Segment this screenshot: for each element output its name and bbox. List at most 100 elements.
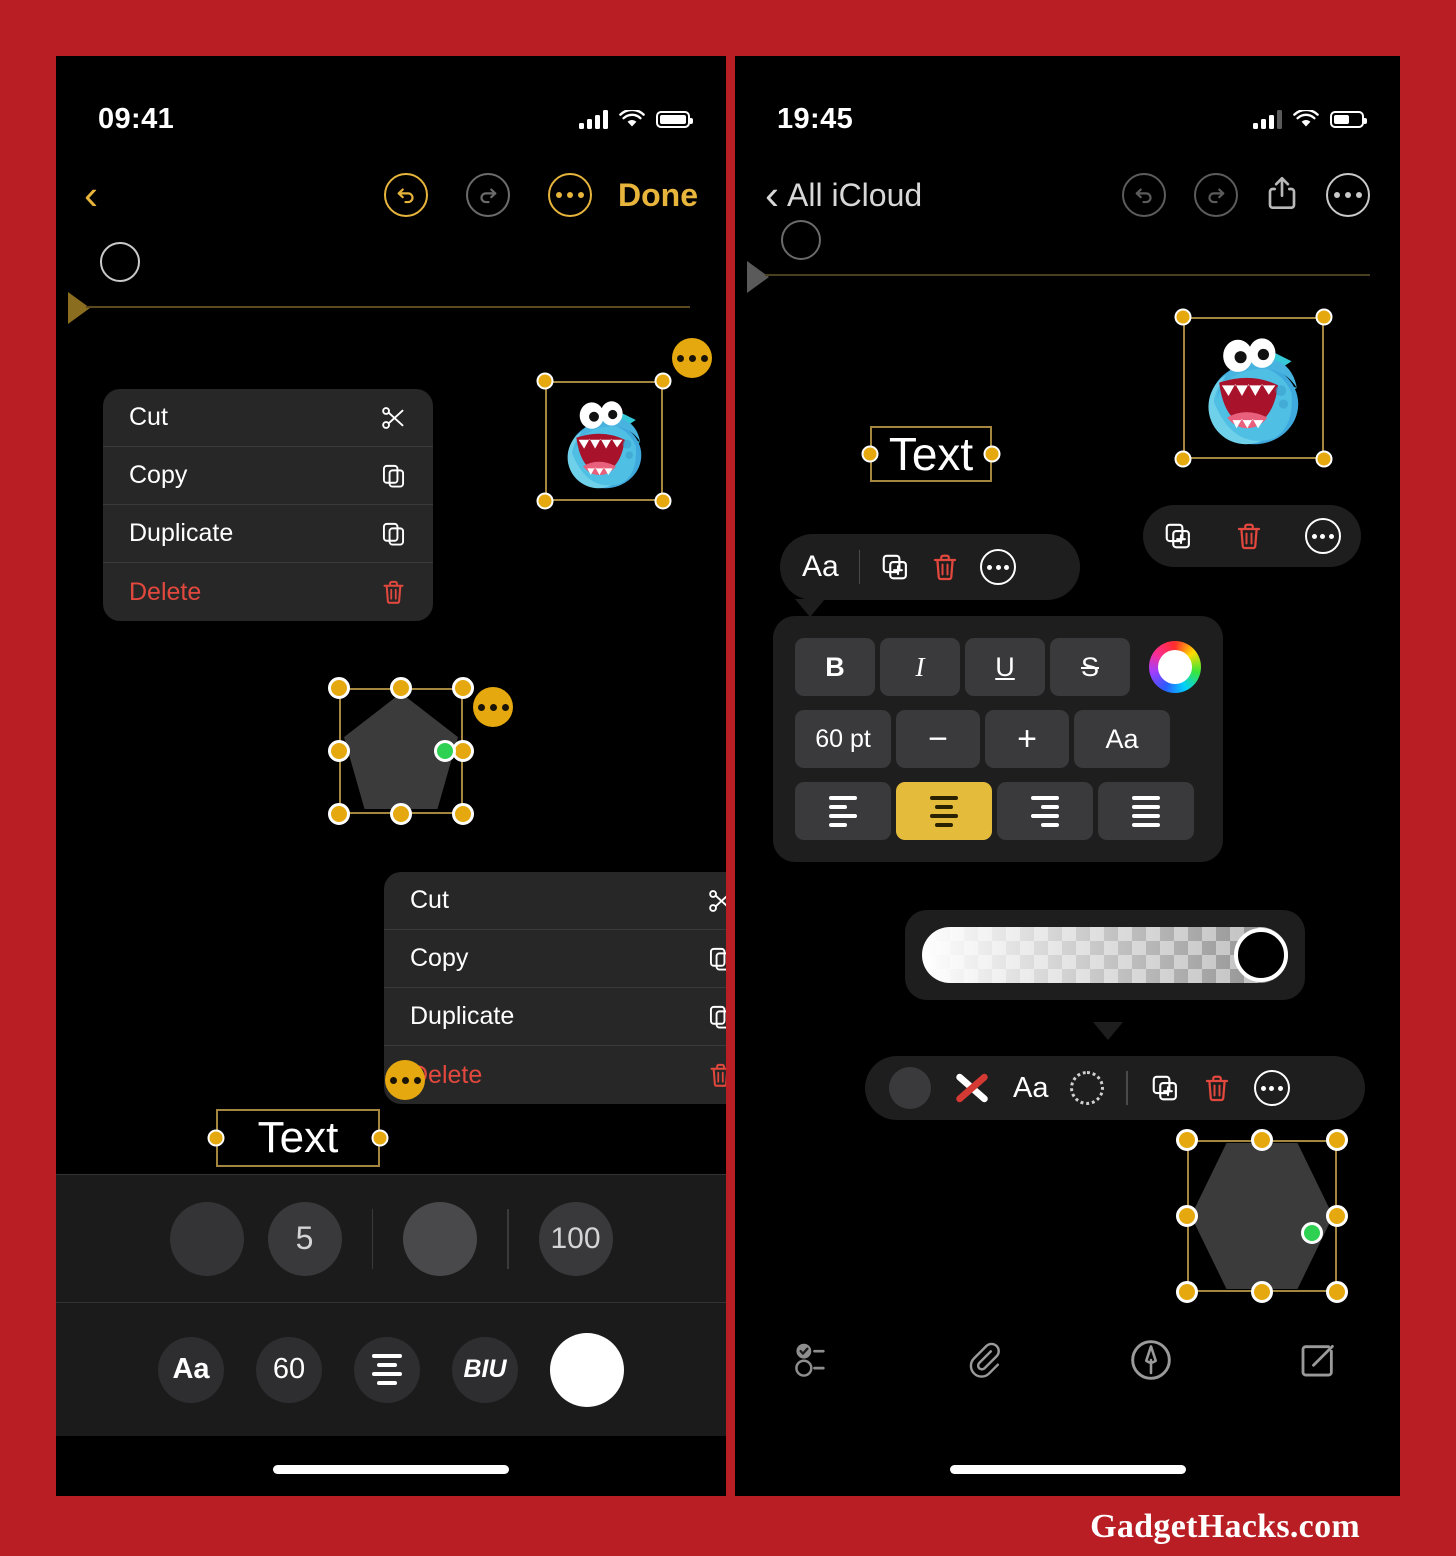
resize-handle[interactable] (390, 803, 412, 825)
done-button[interactable]: Done (618, 177, 698, 214)
trash-icon[interactable] (930, 552, 960, 582)
resize-handle[interactable] (1251, 1129, 1273, 1151)
resize-handle[interactable] (1174, 450, 1192, 468)
resize-handle[interactable] (1176, 1205, 1198, 1227)
font-size-display[interactable]: 60 pt (795, 710, 891, 768)
back-button[interactable]: ‹ (765, 174, 779, 216)
menu-item-delete[interactable]: Delete (384, 1046, 726, 1104)
resize-handle[interactable] (983, 445, 1001, 463)
more-options-button[interactable] (1304, 518, 1341, 554)
resize-handle[interactable] (207, 1129, 225, 1147)
menu-item-delete[interactable]: Delete (103, 563, 433, 621)
back-label[interactable]: All iCloud (787, 177, 922, 214)
object-options-badge[interactable] (672, 338, 712, 378)
object-options-badge[interactable] (473, 687, 513, 727)
duplicate-icon[interactable] (1150, 1073, 1180, 1103)
strikethrough-button[interactable]: S (1050, 638, 1130, 696)
increase-size-button[interactable]: + (985, 710, 1069, 768)
resize-handle[interactable] (390, 677, 412, 699)
menu-item-copy[interactable]: Copy (103, 447, 433, 505)
align-center-button[interactable] (896, 782, 992, 840)
trash-icon[interactable] (1234, 521, 1264, 551)
shape-color-swatch[interactable] (889, 1067, 931, 1109)
resize-handle[interactable] (328, 677, 350, 699)
resize-handle[interactable] (536, 492, 554, 510)
duplicate-icon[interactable] (880, 552, 910, 582)
resize-handle[interactable] (371, 1129, 389, 1147)
italic-button[interactable]: I (880, 638, 960, 696)
resize-handle[interactable] (328, 803, 350, 825)
stroke-color-swatch[interactable] (169, 1201, 244, 1276)
resize-handle[interactable] (452, 803, 474, 825)
ruler-handle[interactable] (747, 261, 769, 293)
resize-handle[interactable] (1326, 1129, 1348, 1151)
more-options-button[interactable] (1253, 1070, 1290, 1106)
resize-handle[interactable] (536, 372, 554, 390)
resize-handle[interactable] (1174, 308, 1192, 326)
sticker-toolbar[interactable] (1143, 505, 1361, 567)
text-color-swatch[interactable] (550, 1332, 624, 1407)
underline-button[interactable]: U (965, 638, 1045, 696)
menu-item-duplicate[interactable]: Duplicate (103, 505, 433, 563)
font-picker-button[interactable]: Aa (1074, 710, 1170, 768)
trash-icon[interactable] (1202, 1073, 1232, 1103)
more-options-button[interactable] (980, 549, 1017, 585)
monster-sticker[interactable] (1187, 320, 1321, 456)
ruler-handle[interactable] (68, 292, 90, 324)
resize-handle[interactable] (1326, 1281, 1348, 1303)
opacity-slider[interactable] (922, 927, 1288, 983)
resize-handle[interactable] (452, 677, 474, 699)
menu-item-cut[interactable]: Cut (103, 389, 433, 447)
dashed-circle-icon[interactable] (1070, 1071, 1105, 1105)
resize-handle[interactable] (654, 372, 672, 390)
tab-markup[interactable] (1068, 1338, 1234, 1382)
resize-handle[interactable] (1326, 1205, 1348, 1227)
resize-handle[interactable] (1315, 450, 1333, 468)
align-left-button[interactable] (795, 782, 891, 840)
resize-handle[interactable] (1176, 1281, 1198, 1303)
monster-sticker[interactable] (550, 386, 660, 498)
more-options-button[interactable] (1326, 173, 1370, 217)
back-button[interactable]: ‹ (84, 174, 98, 216)
font-button[interactable]: Aa (1013, 1072, 1048, 1105)
bold-button[interactable]: B (795, 638, 875, 696)
font-button[interactable]: Aa (802, 550, 839, 584)
resize-handle[interactable] (1176, 1129, 1198, 1151)
shape-toolbar[interactable]: Aa (865, 1056, 1365, 1120)
decrease-size-button[interactable]: − (896, 710, 980, 768)
redo-button[interactable] (1194, 173, 1238, 217)
undo-button[interactable] (384, 173, 428, 217)
text-object[interactable]: Text (870, 426, 992, 482)
undo-button[interactable] (1122, 173, 1166, 217)
shape-adjust-handle[interactable] (434, 740, 456, 762)
text-align-button[interactable] (354, 1336, 420, 1403)
opacity-button[interactable]: 100 (538, 1201, 613, 1276)
opacity-slider-knob[interactable] (1234, 928, 1288, 982)
object-options-badge[interactable] (385, 1060, 425, 1100)
fill-color-swatch[interactable] (403, 1201, 477, 1276)
tab-attachment[interactable] (901, 1339, 1067, 1381)
tab-compose[interactable] (1234, 1339, 1400, 1381)
context-menu-top[interactable]: Cut Copy Duplicate Delete (103, 389, 433, 621)
text-object[interactable]: Text (216, 1109, 380, 1167)
text-toolbar[interactable]: Aa (780, 534, 1080, 600)
font-size-button[interactable]: 60 (256, 1336, 322, 1403)
context-menu-bottom[interactable]: Cut Copy Duplicate Delete (384, 872, 726, 1104)
font-button[interactable]: Aa (158, 1336, 224, 1403)
menu-item-duplicate[interactable]: Duplicate (384, 988, 726, 1046)
duplicate-icon[interactable] (1163, 521, 1193, 551)
text-style-button[interactable]: BIU (452, 1336, 518, 1403)
more-options-button[interactable] (548, 173, 592, 217)
resize-handle[interactable] (328, 740, 350, 762)
resize-handle[interactable] (1315, 308, 1333, 326)
share-button[interactable] (1266, 174, 1298, 217)
color-wheel-icon[interactable] (1149, 641, 1201, 693)
resize-handle[interactable] (654, 492, 672, 510)
align-justify-button[interactable] (1098, 782, 1194, 840)
resize-handle[interactable] (861, 445, 879, 463)
menu-item-copy[interactable]: Copy (384, 930, 726, 988)
menu-item-cut[interactable]: Cut (384, 872, 726, 930)
tab-checklist[interactable] (735, 1340, 901, 1380)
shape-adjust-handle[interactable] (1301, 1222, 1323, 1244)
stroke-width-button[interactable]: 5 (267, 1201, 342, 1276)
